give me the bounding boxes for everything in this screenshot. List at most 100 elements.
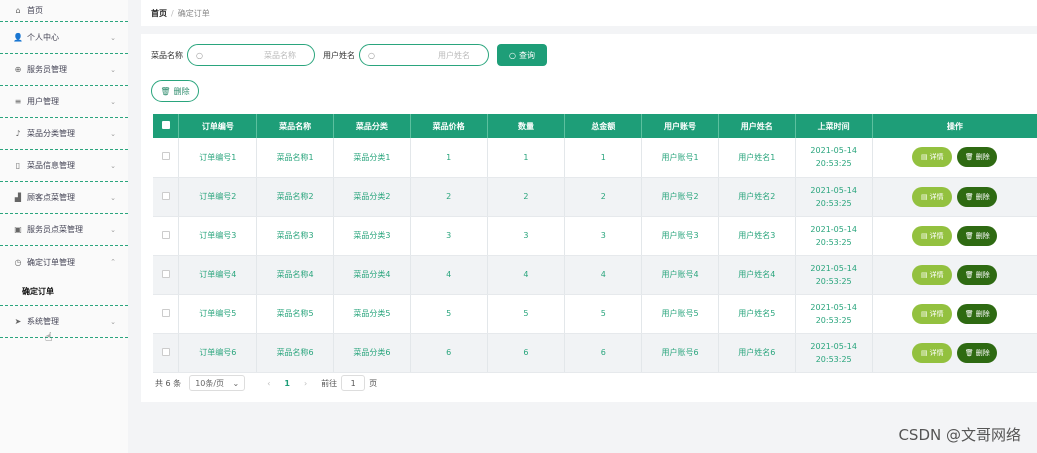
- cell-order-no: 订单编号1: [178, 138, 258, 178]
- cell-dish-name: 菜品名称3: [256, 216, 334, 256]
- row-select-cell[interactable]: [153, 138, 180, 178]
- col-serve-time: 上菜时间: [795, 114, 873, 138]
- breadcrumb-home[interactable]: 首页: [151, 8, 167, 19]
- sidebar-item-system[interactable]: ➤ 系统管理 ⌄: [0, 306, 128, 338]
- trash-icon: 🗑: [964, 270, 974, 279]
- row-select-cell[interactable]: [153, 255, 180, 295]
- row-checkbox[interactable]: [161, 269, 170, 278]
- detail-icon: ▤: [921, 348, 928, 357]
- trash-icon: 🗑: [964, 309, 974, 318]
- content-panel: 菜品名称 ○ 菜品名称 用户姓名 ○ 用户姓名 ○ 查询 🗑 删除 订单编号 菜…: [141, 34, 1037, 402]
- page-suffix: 页: [369, 378, 378, 388]
- delete-button[interactable]: 🗑 删除: [957, 225, 998, 246]
- sidebar-item-confirm-order[interactable]: ◷ 确定订单管理 ⌃: [0, 246, 128, 278]
- cell-dish-name: 菜品名称6: [256, 333, 334, 373]
- query-button[interactable]: ○ 查询: [497, 44, 547, 66]
- table-row: 订单编号4 菜品名称4 菜品分类4 4 4 4 用户账号4 用户姓名4 2021-05-14 2…: [153, 255, 1037, 295]
- chevron-up-icon: ⌃: [110, 258, 116, 266]
- table-row: 订单编号6 菜品名称6 菜品分类6 6 6 6 用户账号6 用户姓名6 2021-05-14 2…: [153, 333, 1037, 373]
- user-name-input[interactable]: ○ 用户姓名: [359, 44, 489, 66]
- page-size-select[interactable]: 10条/页 ⌄: [189, 375, 246, 391]
- delete-button-label: 删除: [975, 192, 990, 201]
- total-count: 共 6 条: [155, 378, 182, 388]
- breadcrumb-separator: /: [171, 8, 174, 18]
- sidebar-item-home[interactable]: ⌂ 首页: [0, 0, 128, 22]
- dish-name-input[interactable]: ○ 菜品名称: [187, 44, 315, 66]
- cell-quantity: 3: [487, 216, 566, 256]
- detail-button-label: 详情: [929, 231, 944, 240]
- cell-serve-time: 2021-05-14 20:53:25: [795, 216, 873, 256]
- search-bar: 菜品名称 ○ 菜品名称 用户姓名 ○ 用户姓名 ○ 查询: [151, 44, 547, 66]
- sidebar: ⌂ 首页 👤 个人中心 ⌄ ⊕ 服务员管理 ⌄ ≡ 用户管理 ⌄ ♪ 菜品分类管…: [0, 0, 128, 453]
- serve-time-text: 2021-05-14 20:53:25: [810, 146, 857, 169]
- row-checkbox[interactable]: [161, 152, 170, 161]
- cell-dish-price: 3: [410, 216, 488, 256]
- sidebar-item-user-management[interactable]: ≡ 用户管理 ⌄: [0, 86, 128, 118]
- prev-page-icon[interactable]: ‹: [267, 379, 270, 388]
- col-actions: 操作: [872, 114, 1037, 138]
- select-all-checkbox[interactable]: [161, 121, 170, 129]
- row-select-cell[interactable]: [153, 294, 180, 334]
- sidebar-item-label: 服务员管理: [27, 65, 67, 74]
- delete-button[interactable]: 🗑 删除: [957, 342, 998, 363]
- detail-button[interactable]: ▤ 详情: [912, 147, 953, 168]
- detail-button[interactable]: ▤ 详情: [912, 225, 953, 246]
- col-dish-category: 菜品分类: [333, 114, 411, 138]
- user-name-placeholder: 用户姓名: [438, 50, 470, 60]
- chevron-down-icon: ⌄: [110, 97, 116, 106]
- sidebar-item-dish-info[interactable]: ▯ 菜品信息管理 ⌄: [0, 150, 128, 182]
- detail-button[interactable]: ▤ 详情: [912, 264, 953, 285]
- delete-button[interactable]: 🗑 删除: [957, 264, 998, 285]
- delete-button-label: 删除: [975, 153, 990, 162]
- detail-button[interactable]: ▤ 详情: [912, 303, 953, 324]
- row-select-cell[interactable]: [153, 177, 180, 217]
- cell-user-account: 用户账号6: [641, 333, 719, 373]
- sidebar-item-label: 菜品分类管理: [27, 129, 75, 138]
- chevron-down-icon: ⌄: [110, 225, 116, 234]
- breadcrumb: 首页 / 确定订单: [141, 0, 1037, 26]
- sidebar-item-dish-category[interactable]: ♪ 菜品分类管理 ⌄: [0, 118, 128, 150]
- detail-button[interactable]: ▤ 详情: [912, 186, 953, 207]
- row-checkbox[interactable]: [161, 191, 170, 200]
- cell-dish-category: 菜品分类1: [333, 138, 411, 178]
- sidebar-item-waiter-management[interactable]: ⊕ 服务员管理 ⌄: [0, 54, 128, 86]
- delete-button[interactable]: 🗑 删除: [957, 147, 998, 168]
- cell-total-amount: 6: [564, 333, 643, 373]
- row-checkbox[interactable]: [161, 230, 170, 239]
- list-icon: ≡: [14, 97, 22, 106]
- cell-user-name: 用户姓名2: [718, 177, 796, 217]
- delete-button[interactable]: 🗑 删除: [957, 303, 998, 324]
- batch-delete-button[interactable]: 🗑 删除: [151, 80, 199, 102]
- cell-user-account: 用户账号1: [641, 138, 719, 178]
- cell-actions: ▤ 详情 🗑 删除: [872, 294, 1037, 334]
- next-page-icon[interactable]: ›: [304, 379, 307, 388]
- cell-serve-time: 2021-05-14 20:53:25: [795, 255, 873, 295]
- col-total-amount: 总金额: [564, 114, 643, 138]
- row-checkbox[interactable]: [161, 347, 170, 356]
- row-select-cell[interactable]: [153, 216, 180, 256]
- cell-serve-time: 2021-05-14 20:53:25: [795, 294, 873, 334]
- breadcrumb-current: 确定订单: [177, 8, 210, 18]
- sidebar-subitem-confirm-order[interactable]: 确定订单: [0, 278, 128, 306]
- watermark: CSDN @文哥网络: [898, 426, 1021, 444]
- col-dish-name: 菜品名称: [256, 114, 334, 138]
- delete-button-label: 删除: [975, 348, 990, 357]
- page-number[interactable]: 1: [284, 379, 290, 388]
- goto-page-input[interactable]: 1: [341, 375, 366, 391]
- chevron-down-icon: ⌄: [110, 33, 116, 42]
- table-row: 订单编号2 菜品名称2 菜品分类2 2 2 2 用户账号2 用户姓名2 2021-05-14 2…: [153, 177, 1037, 217]
- row-select-cell[interactable]: [153, 333, 180, 373]
- delete-button-label: 删除: [975, 309, 990, 318]
- cell-dish-category: 菜品分类3: [333, 216, 411, 256]
- delete-button[interactable]: 🗑 删除: [957, 186, 998, 207]
- sidebar-item-personal-center[interactable]: 👤 个人中心 ⌄: [0, 22, 128, 54]
- select-all-cell[interactable]: [153, 114, 180, 138]
- goto-page-value: 1: [350, 378, 356, 388]
- detail-button[interactable]: ▤ 详情: [912, 342, 953, 363]
- sidebar-item-customer-order[interactable]: ▟ 顾客点菜管理 ⌄: [0, 182, 128, 214]
- cell-actions: ▤ 详情 🗑 删除: [872, 255, 1037, 295]
- sidebar-item-waiter-order[interactable]: ▣ 服务员点菜管理 ⌄: [0, 214, 128, 246]
- row-checkbox[interactable]: [161, 308, 170, 317]
- table-row: 订单编号5 菜品名称5 菜品分类5 5 5 5 用户账号5 用户姓名5 2021-05-14 2…: [153, 294, 1037, 334]
- detail-icon: ▤: [921, 153, 928, 162]
